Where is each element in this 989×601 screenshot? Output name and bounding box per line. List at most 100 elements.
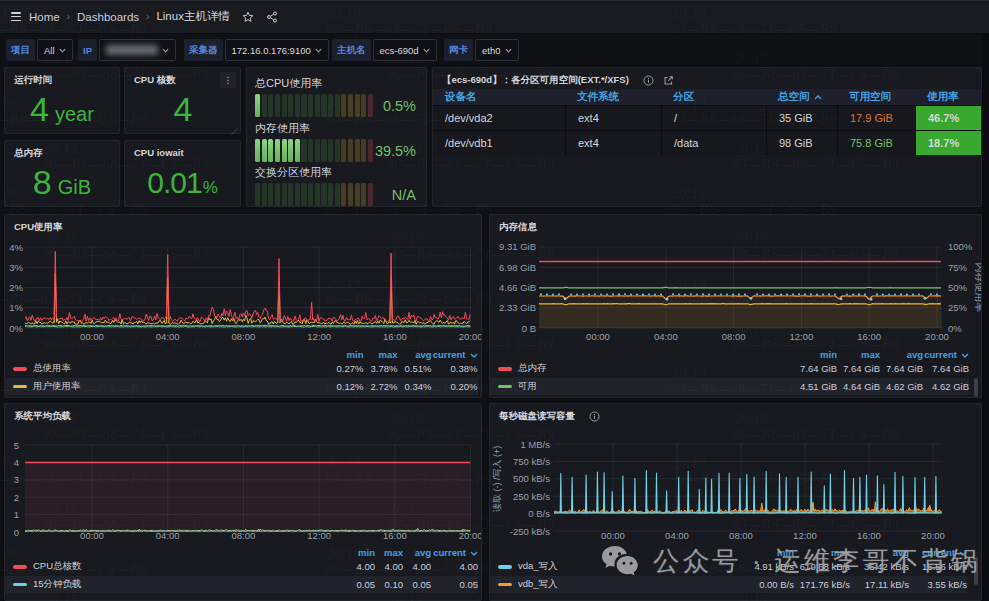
legend-stat-value: 7.64 GiB <box>925 363 969 374</box>
gauge-segment <box>368 139 373 162</box>
legend-header-avg[interactable]: avg <box>400 349 432 360</box>
gauge-segment <box>268 183 273 206</box>
panel-title-uptime[interactable]: 运行时间 <box>14 74 52 87</box>
table-cell-available: 75.8 GiB <box>837 131 915 155</box>
legend-series-CPU总核数[interactable]: CPU总核数 <box>5 560 337 573</box>
gauge-value: 0.5% <box>383 98 418 114</box>
column-header-设备名[interactable]: 设备名 <box>433 90 565 104</box>
menu-icon[interactable] <box>11 12 21 21</box>
variable-value-dropdown[interactable]: ecs-690d <box>373 39 437 61</box>
panel-menu-icon[interactable]: ⋮ <box>220 72 236 88</box>
panel-title-cores[interactable]: CPU 核数 <box>134 74 176 87</box>
y-axis-tick-label: 4 <box>14 457 19 468</box>
legend-header-max[interactable]: max <box>796 547 850 558</box>
gauge-segment <box>321 139 326 162</box>
info-icon[interactable] <box>643 75 654 86</box>
legend-scrollbar-thumb[interactable] <box>974 378 978 397</box>
x-axis-tick-label: 08:00 <box>722 331 746 342</box>
legend-series-总使用率[interactable]: 总使用率 <box>5 362 326 375</box>
legend-header-max[interactable]: max <box>377 547 403 558</box>
panel-title-disk-table[interactable]: 【ecs-690d】：各分区可用空间(EXT.*/XFS) <box>442 74 674 87</box>
y-axis-tick-label: 3% <box>9 262 23 273</box>
star-icon[interactable] <box>242 11 254 23</box>
legend-header-current[interactable]: current <box>433 547 478 558</box>
series-line-iowait线 <box>25 325 470 326</box>
panel-cpu-iowait: CPU iowait 0.01% <box>124 140 241 207</box>
legend-series-vda_写入[interactable]: vda_写入 <box>490 560 748 573</box>
variable-value-text: All <box>44 45 55 56</box>
x-axis-tick-label: 20:00 <box>921 530 945 541</box>
chevron-down-icon <box>59 48 66 53</box>
column-header-可用空间[interactable]: 可用空间 <box>837 90 915 104</box>
menu-icon-bar <box>11 20 21 22</box>
share-icon[interactable] <box>266 11 278 23</box>
gauge-segment <box>288 94 293 117</box>
legend-series-总内存[interactable]: 总内存 <box>490 362 795 375</box>
variable-value-dropdown[interactable]: eth0 <box>475 39 519 61</box>
x-axis-tick-label: 16:00 <box>857 331 881 342</box>
table-cell-usage: 46.7% <box>915 106 981 130</box>
variable-label: 采集器 <box>184 39 223 61</box>
stat-unit: GiB <box>58 176 91 199</box>
external-link-icon[interactable] <box>663 75 674 86</box>
legend-header-avg[interactable]: avg <box>882 349 923 360</box>
legend-header-min[interactable]: min <box>339 547 375 558</box>
legend-header-max[interactable]: max <box>366 349 398 360</box>
page-scrollbar[interactable] <box>982 34 989 601</box>
stat-value-iowait: 0.01% <box>125 166 240 200</box>
top-navbar: Home › Dashboards › Linux主机详情 <box>0 0 989 34</box>
legend-series-可用[interactable]: 可用 <box>490 380 795 393</box>
column-header-可用空间-part: 可用空间 <box>849 90 891 102</box>
variable-value-text: 172.16.0.176:9100 <box>232 45 311 56</box>
gauge-bar-row: N/A <box>255 183 418 206</box>
legend-header-current[interactable]: current <box>925 349 969 360</box>
gauge-segment <box>335 183 340 206</box>
legend-stat-value: 0.34% <box>400 381 432 392</box>
gauge-2: 内存使用率39.5% <box>255 121 418 162</box>
legend-header-min[interactable]: min <box>750 547 794 558</box>
panel-total-memory: 总内存8GiB <box>4 140 120 207</box>
legend-series-vdb_写入[interactable]: vdb_写入 <box>490 578 748 591</box>
series-line-可用 <box>539 287 941 288</box>
column-header-使用率[interactable]: 使用率 <box>915 90 981 104</box>
variable-value-dropdown[interactable] <box>99 39 176 61</box>
column-header-分区[interactable]: 分区 <box>661 90 766 104</box>
variable-value-dropdown[interactable]: 172.16.0.176:9100 <box>225 39 329 61</box>
panel-title-iowait[interactable]: CPU iowait <box>134 147 184 158</box>
gauge-segment <box>348 139 353 162</box>
legend-series-15分钟负载[interactable]: 15分钟负载 <box>5 578 337 591</box>
legend-series-用户使用率[interactable]: 用户使用率 <box>5 380 326 393</box>
legend-header-min[interactable]: min <box>328 349 364 360</box>
x-axis-tick-label: 04:00 <box>156 331 180 342</box>
column-header-总空间[interactable]: 总空间 <box>766 90 837 104</box>
column-header-总空间-part: 总空间 <box>778 90 810 102</box>
panel-title-memtotal[interactable]: 总内存 <box>14 147 43 160</box>
legend-header-avg[interactable]: avg <box>852 547 909 558</box>
gauge-segment <box>282 94 287 117</box>
breadcrumb-dashboards[interactable]: Dashboards <box>77 11 139 23</box>
stat-number: 0.01 <box>147 166 201 200</box>
x-axis-tick-label: 00:00 <box>80 331 104 342</box>
gauge-segment <box>355 139 360 162</box>
legend-header-current[interactable]: current <box>434 349 478 360</box>
legend-stat-value: 0.38% <box>434 363 478 374</box>
column-header-文件系统[interactable]: 文件系统 <box>565 90 661 104</box>
legend-header-min[interactable]: min <box>797 349 837 360</box>
gauge-segment <box>321 94 326 117</box>
panel-resize-handle[interactable] <box>231 124 238 131</box>
y-axis-tick-label: 1 MB/s <box>520 439 550 450</box>
legend-swatch <box>498 367 512 371</box>
gauge-segment <box>255 94 260 117</box>
gauge-label: 总CPU使用率 <box>255 76 418 91</box>
legend-header-current[interactable]: current <box>911 547 967 558</box>
variable-value-dropdown[interactable]: All <box>37 39 73 61</box>
x-axis-tick-label: 12:00 <box>307 331 331 342</box>
gauge-segment <box>348 94 353 117</box>
legend-header-max[interactable]: max <box>839 349 880 360</box>
gauge-segment <box>268 139 273 162</box>
chevron-down-icon-part <box>59 48 66 53</box>
breadcrumb-home[interactable]: Home <box>29 11 60 23</box>
legend-header-avg[interactable]: avg <box>405 547 431 558</box>
legend-scrollbar-thumb[interactable] <box>974 557 978 585</box>
breadcrumb: Home › Dashboards › Linux主机详情 <box>29 9 230 24</box>
